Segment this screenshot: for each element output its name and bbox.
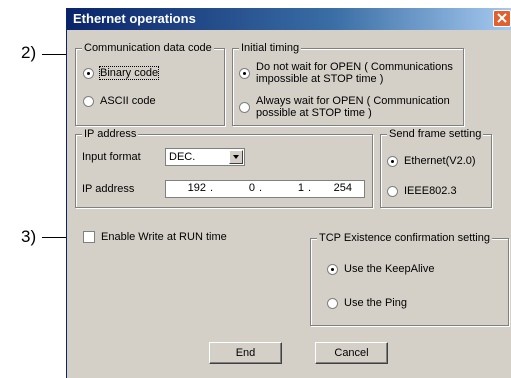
radio-use-keepalive[interactable]: Use the KeepAlive bbox=[327, 263, 435, 275]
tcp-existence-legend: TCP Existence confirmation setting bbox=[317, 232, 492, 245]
initial-timing-legend: Initial timing bbox=[239, 42, 302, 55]
tcp-existence-group: TCP Existence confirmation setting Use t… bbox=[310, 232, 509, 326]
radio-dot[interactable] bbox=[239, 102, 250, 113]
ip-address-group: IP address Input format DEC. IP address … bbox=[75, 128, 373, 208]
radio-dot-selected[interactable] bbox=[387, 156, 398, 167]
radio-use-ping-label: Use the Ping bbox=[344, 297, 407, 309]
send-frame-setting-group: Send frame setting Ethernet(V2.0) IEEE80… bbox=[380, 128, 492, 208]
ip-dot: . bbox=[308, 182, 312, 194]
radio-ethernet-v2[interactable]: Ethernet(V2.0) bbox=[387, 155, 476, 167]
radio-ethernet-v2-label: Ethernet(V2.0) bbox=[404, 155, 476, 167]
radio-always-wait-open-label: Always wait for OPEN ( Communication pos… bbox=[256, 95, 450, 119]
radio-ascii-code[interactable]: ASCII code bbox=[83, 95, 156, 107]
radio-binary-code-label: Binary code bbox=[98, 66, 160, 80]
radio-use-ping[interactable]: Use the Ping bbox=[327, 297, 407, 309]
input-format-value: DEC. bbox=[169, 151, 196, 163]
radio-ieee8023[interactable]: IEEE802.3 bbox=[387, 185, 457, 197]
ip-dot: . bbox=[259, 182, 263, 194]
radio-dot-selected[interactable] bbox=[239, 68, 250, 79]
enable-write-run-checkbox[interactable]: Enable Write at RUN time bbox=[83, 231, 227, 243]
ip-address-label: IP address bbox=[82, 183, 135, 195]
window-title: Ethernet operations bbox=[73, 11, 196, 26]
communication-data-code-group: Communication data code Binary code ASCI… bbox=[75, 42, 225, 126]
radio-dot-selected[interactable] bbox=[83, 68, 94, 79]
input-format-select[interactable]: DEC. bbox=[165, 148, 245, 166]
end-button[interactable]: End bbox=[209, 342, 282, 364]
radio-binary-code[interactable]: Binary code bbox=[83, 66, 160, 80]
communication-data-code-legend: Communication data code bbox=[82, 42, 214, 55]
radio-dot[interactable] bbox=[387, 186, 398, 197]
close-button[interactable] bbox=[493, 10, 511, 27]
enable-write-run-label: Enable Write at RUN time bbox=[101, 231, 227, 243]
cancel-button[interactable]: Cancel bbox=[315, 342, 388, 364]
annotation-3: 3) bbox=[21, 227, 37, 246]
radio-use-keepalive-label: Use the KeepAlive bbox=[344, 263, 435, 275]
radio-dot[interactable] bbox=[327, 298, 338, 309]
chevron-down-icon[interactable] bbox=[229, 150, 243, 164]
title-bar[interactable]: Ethernet operations bbox=[67, 8, 511, 30]
radio-do-not-wait-open[interactable]: Do not wait for OPEN ( Communications im… bbox=[239, 61, 453, 85]
initial-timing-group: Initial timing Do not wait for OPEN ( Co… bbox=[232, 42, 464, 126]
radio-dot[interactable] bbox=[83, 96, 94, 107]
ip-address-input[interactable]: 192 . 0 . 1 . 254 bbox=[165, 180, 365, 198]
radio-ascii-code-label: ASCII code bbox=[100, 95, 156, 107]
ethernet-operations-dialog: Ethernet operations Communication data c… bbox=[66, 8, 511, 378]
ip-address-legend: IP address bbox=[82, 128, 139, 141]
input-format-label: Input format bbox=[82, 151, 141, 163]
ip-dot: . bbox=[210, 182, 214, 194]
radio-ieee8023-label: IEEE802.3 bbox=[404, 185, 457, 197]
radio-dot-selected[interactable] bbox=[327, 264, 338, 275]
radio-always-wait-open[interactable]: Always wait for OPEN ( Communication pos… bbox=[239, 95, 450, 119]
close-icon bbox=[497, 13, 507, 23]
ip-octet-4[interactable]: 254 bbox=[312, 182, 352, 194]
ip-octet-3[interactable]: 1 bbox=[264, 182, 304, 194]
checkbox-box[interactable] bbox=[83, 231, 95, 243]
radio-do-not-wait-open-label: Do not wait for OPEN ( Communications im… bbox=[256, 61, 453, 85]
send-frame-setting-legend: Send frame setting bbox=[387, 128, 484, 141]
annotation-2: 2) bbox=[21, 43, 37, 62]
ip-octet-2[interactable]: 0 bbox=[215, 182, 255, 194]
ip-octet-1[interactable]: 192 bbox=[166, 182, 206, 194]
